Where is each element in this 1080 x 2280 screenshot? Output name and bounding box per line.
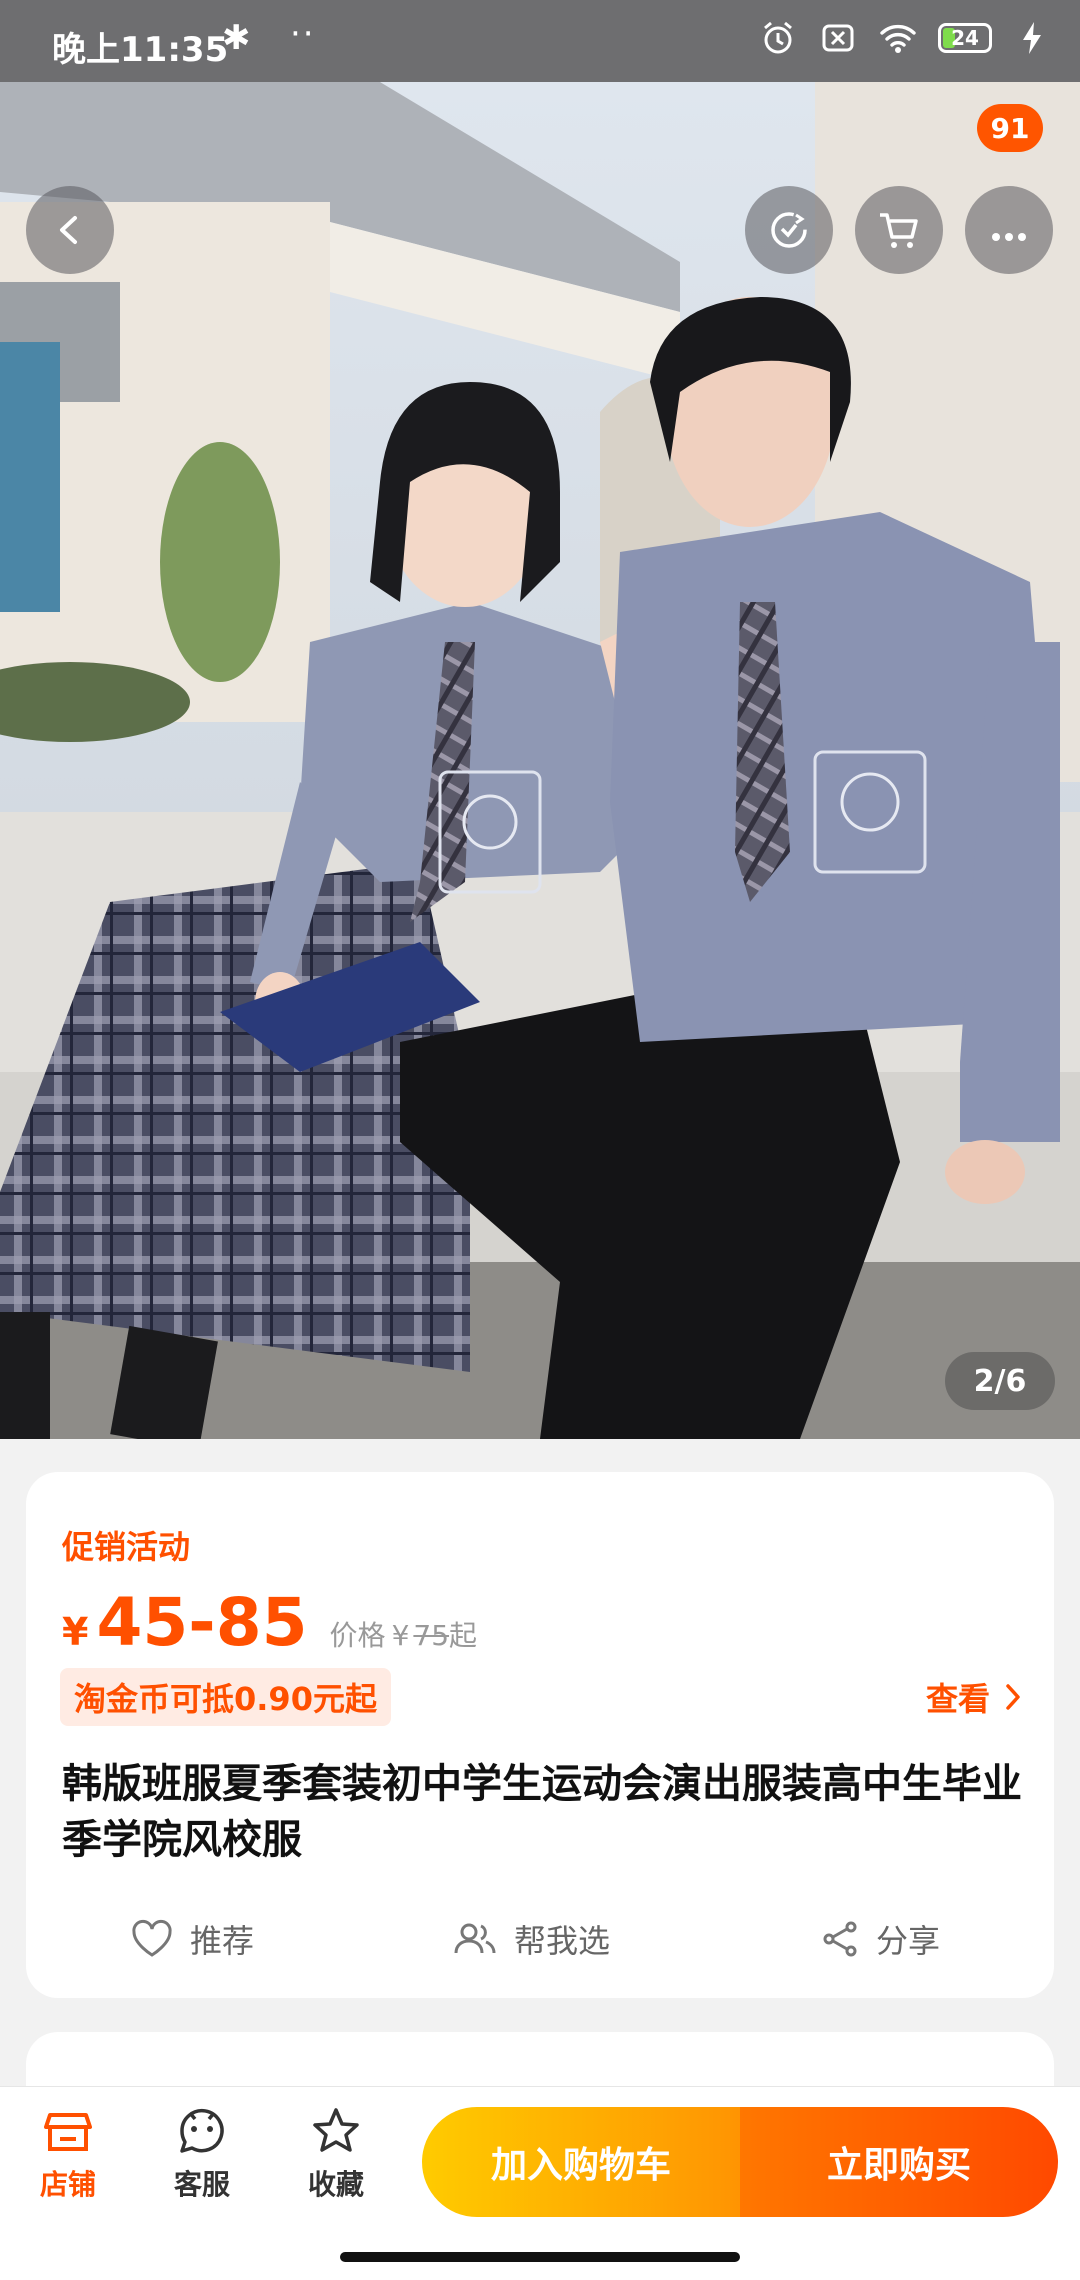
bluetooth-icon: ✱	[222, 18, 251, 58]
recommend-button[interactable]: 推荐	[130, 1904, 254, 1974]
store-button[interactable]: 店铺	[18, 2105, 118, 2203]
home-indicator[interactable]	[340, 2252, 740, 2262]
cart-icon	[880, 213, 918, 248]
status-icons: 24	[758, 18, 1052, 58]
cart-button[interactable]	[855, 186, 943, 274]
actions-row: 推荐 帮我选 分享	[26, 1904, 1054, 1974]
currency-symbol: ¥	[62, 1610, 89, 1654]
alarm-icon	[758, 18, 798, 58]
ar-rotate-button[interactable]	[745, 186, 833, 274]
favorite-button[interactable]: 收藏	[286, 2105, 386, 2203]
chevron-right-icon	[1006, 1684, 1020, 1710]
charging-icon	[1012, 18, 1052, 58]
wifi-icon	[878, 18, 918, 58]
help-choose-label: 帮我选	[514, 1922, 611, 1960]
service-label: 客服	[173, 2168, 230, 2201]
product-title: 韩版班服夏季套装初中学生运动会演出服装高中生毕业季学院风校服	[62, 1761, 1022, 1863]
people-icon	[454, 1923, 496, 1954]
sim-off-icon	[818, 18, 858, 58]
help-choose-button[interactable]: 帮我选	[452, 1904, 610, 1974]
more-button[interactable]	[965, 186, 1053, 274]
status-time: 晚上11:35	[52, 30, 229, 70]
ar-rotate-icon	[771, 212, 807, 248]
cart-badge: 91	[977, 104, 1043, 152]
purchase-buttons: 加入购物车 立即购买	[422, 2107, 1058, 2217]
view-link-label: 查看	[925, 1680, 990, 1718]
original-price-suffix: 起	[449, 1619, 478, 1652]
share-button[interactable]: 分享	[820, 1904, 940, 1974]
back-icon	[60, 216, 77, 244]
more-icon	[992, 233, 1026, 241]
recommend-label: 推荐	[190, 1922, 255, 1960]
service-button[interactable]: 客服	[152, 2105, 252, 2203]
view-link[interactable]: 查看	[926, 1674, 1024, 1720]
star-icon	[313, 2108, 359, 2152]
back-button[interactable]	[26, 186, 114, 274]
add-to-cart-button[interactable]: 加入购物车	[422, 2107, 740, 2217]
store-label: 店铺	[39, 2168, 96, 2201]
store-icon	[44, 2113, 92, 2151]
price-range: 45-85	[96, 1584, 308, 1661]
product-photo	[0, 82, 1080, 1439]
status-dots: ··	[290, 14, 316, 54]
share-label: 分享	[876, 1922, 941, 1960]
original-currency: ¥	[391, 1619, 410, 1652]
bottom-bar: 店铺 客服 收藏 加入购物车 立即购买	[0, 2086, 1080, 2280]
favorite-label: 收藏	[307, 2168, 364, 2201]
page-indicator: 2/6	[945, 1352, 1055, 1410]
battery-icon: 24	[938, 23, 992, 53]
price-row: ¥ 45-85 价格 ¥ 75 起	[62, 1584, 477, 1661]
status-bar: 晚上11:35 ✱ ·· 24	[0, 0, 1080, 82]
heart-icon	[132, 1919, 172, 1957]
customer-service-icon	[180, 2108, 224, 2153]
price-label: 价格	[329, 1619, 386, 1652]
promo-label: 促销活动	[62, 1528, 191, 1566]
buy-now-button[interactable]: 立即购买	[740, 2107, 1058, 2217]
share-icon	[823, 1921, 857, 1957]
product-info-card: 促销活动 ¥ 45-85 价格 ¥ 75 起 淘金币可抵0.90元起 查看 韩版…	[26, 1472, 1054, 1998]
original-price: 75	[413, 1619, 450, 1652]
product-image[interactable]	[0, 82, 1080, 1439]
coin-offer-badge: 淘金币可抵0.90元起	[60, 1668, 391, 1726]
